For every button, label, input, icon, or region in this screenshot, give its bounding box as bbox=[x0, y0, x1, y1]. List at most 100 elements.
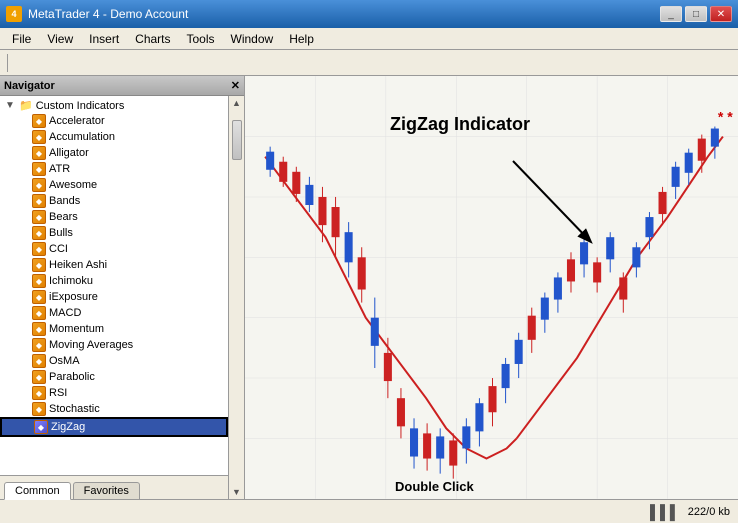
chart-svg: * * bbox=[245, 76, 738, 499]
tree-item-momentum[interactable]: ◆ Momentum bbox=[0, 321, 228, 337]
status-memory: 222/0 kb bbox=[688, 506, 730, 518]
maximize-button[interactable]: □ bbox=[685, 6, 707, 22]
indicator-icon-stochastic: ◆ bbox=[32, 402, 46, 416]
menu-help[interactable]: Help bbox=[281, 30, 322, 48]
tree-item-macd[interactable]: ◆ MACD bbox=[0, 305, 228, 321]
status-bar: ▌▌▌ 222/0 kb bbox=[0, 499, 738, 523]
tree-item-bands[interactable]: ◆ Bands bbox=[0, 193, 228, 209]
tree-root-custom-indicators[interactable]: ▼ 📁 Custom Indicators bbox=[0, 98, 228, 113]
navigator-scrollbar[interactable]: ▲ ▼ bbox=[228, 96, 244, 499]
menu-window[interactable]: Window bbox=[223, 30, 282, 48]
indicator-icon-parabolic: ◆ bbox=[32, 370, 46, 384]
minimize-button[interactable]: _ bbox=[660, 6, 682, 22]
main-area: Navigator ✕ ▼ 📁 Custom Indicators ◆ Acce… bbox=[0, 76, 738, 499]
indicator-icon-osma: ◆ bbox=[32, 354, 46, 368]
indicator-icon-zigzag: ◆ bbox=[34, 420, 48, 434]
tree-item-bulls[interactable]: ◆ Bulls bbox=[0, 225, 228, 241]
tree-item-accelerator[interactable]: ◆ Accelerator bbox=[0, 113, 228, 129]
indicator-icon-bears: ◆ bbox=[32, 210, 46, 224]
tree-item-heiken-ashi[interactable]: ◆ Heiken Ashi bbox=[0, 257, 228, 273]
indicator-icon-bulls: ◆ bbox=[32, 226, 46, 240]
title-bar: 4 MetaTrader 4 - Demo Account _ □ ✕ bbox=[0, 0, 738, 28]
window-controls: _ □ ✕ bbox=[660, 6, 732, 22]
navigator-title: Navigator bbox=[4, 80, 55, 92]
item-label-accumulation: Accumulation bbox=[49, 131, 115, 143]
scroll-thumb[interactable] bbox=[232, 120, 242, 160]
toolbar-separator-1 bbox=[7, 54, 8, 72]
indicator-icon-iexposure: ◆ bbox=[32, 290, 46, 304]
scroll-down-arrow[interactable]: ▼ bbox=[230, 485, 243, 499]
item-label-bears: Bears bbox=[49, 211, 78, 223]
folder-icon: 📁 bbox=[19, 99, 33, 112]
indicator-icon-moving-averages: ◆ bbox=[32, 338, 46, 352]
indicator-icon-ichimoku: ◆ bbox=[32, 274, 46, 288]
chart-area[interactable]: * * ZigZag Indicator Double Click bbox=[245, 76, 738, 499]
tree-item-ichimoku[interactable]: ◆ Ichimoku bbox=[0, 273, 228, 289]
indicator-icon-awesome: ◆ bbox=[32, 178, 46, 192]
tree-item-parabolic[interactable]: ◆ Parabolic bbox=[0, 369, 228, 385]
status-bars-icon: ▌▌▌ bbox=[650, 504, 680, 520]
tree-item-atr[interactable]: ◆ ATR bbox=[0, 161, 228, 177]
indicator-icon-cci: ◆ bbox=[32, 242, 46, 256]
double-click-label: Double Click bbox=[395, 479, 474, 494]
tree-item-rsi[interactable]: ◆ RSI bbox=[0, 385, 228, 401]
indicator-icon-rsi: ◆ bbox=[32, 386, 46, 400]
indicator-icon-accumulation: ◆ bbox=[32, 130, 46, 144]
item-label-stochastic: Stochastic bbox=[49, 403, 100, 415]
tree-item-alligator[interactable]: ◆ Alligator bbox=[0, 145, 228, 161]
navigator-panel: Navigator ✕ ▼ 📁 Custom Indicators ◆ Acce… bbox=[0, 76, 245, 499]
app-icon: 4 bbox=[6, 6, 22, 22]
item-label-accelerator: Accelerator bbox=[49, 115, 105, 127]
close-button[interactable]: ✕ bbox=[710, 6, 732, 22]
navigator-close-button[interactable]: ✕ bbox=[231, 79, 240, 92]
tree-item-moving-averages[interactable]: ◆ Moving Averages bbox=[0, 337, 228, 353]
item-label-rsi: RSI bbox=[49, 387, 67, 399]
tree-item-osma[interactable]: ◆ OsMA bbox=[0, 353, 228, 369]
status-right: ▌▌▌ 222/0 kb bbox=[650, 504, 730, 520]
tab-favorites[interactable]: Favorites bbox=[73, 482, 140, 499]
indicator-icon-momentum: ◆ bbox=[32, 322, 46, 336]
tree-item-zigzag[interactable]: ◆ ZigZag bbox=[0, 417, 228, 437]
indicator-icon-macd: ◆ bbox=[32, 306, 46, 320]
menu-bar: File View Insert Charts Tools Window Hel… bbox=[0, 28, 738, 50]
indicator-icon-atr: ◆ bbox=[32, 162, 46, 176]
window-title: MetaTrader 4 - Demo Account bbox=[28, 7, 188, 21]
item-label-heiken-ashi: Heiken Ashi bbox=[49, 259, 107, 271]
item-label-osma: OsMA bbox=[49, 355, 80, 367]
tree-item-bears[interactable]: ◆ Bears bbox=[0, 209, 228, 225]
item-label-atr: ATR bbox=[49, 163, 70, 175]
indicator-icon-accelerator: ◆ bbox=[32, 114, 46, 128]
menu-view[interactable]: View bbox=[39, 30, 81, 48]
tree-item-stochastic[interactable]: ◆ Stochastic bbox=[0, 401, 228, 417]
item-label-iexposure: iExposure bbox=[49, 291, 98, 303]
menu-tools[interactable]: Tools bbox=[179, 30, 223, 48]
item-label-parabolic: Parabolic bbox=[49, 371, 95, 383]
tree-item-iexposure[interactable]: ◆ iExposure bbox=[0, 289, 228, 305]
tree-item-cci[interactable]: ◆ CCI bbox=[0, 241, 228, 257]
item-label-awesome: Awesome bbox=[49, 179, 97, 191]
item-label-zigzag: ZigZag bbox=[51, 421, 85, 433]
menu-insert[interactable]: Insert bbox=[81, 30, 127, 48]
menu-charts[interactable]: Charts bbox=[127, 30, 178, 48]
item-label-alligator: Alligator bbox=[49, 147, 89, 159]
item-label-bulls: Bulls bbox=[49, 227, 73, 239]
item-label-cci: CCI bbox=[49, 243, 68, 255]
item-label-ichimoku: Ichimoku bbox=[49, 275, 93, 287]
tab-common[interactable]: Common bbox=[4, 482, 71, 500]
item-label-bands: Bands bbox=[49, 195, 80, 207]
indicator-icon-alligator: ◆ bbox=[32, 146, 46, 160]
tree-item-awesome[interactable]: ◆ Awesome bbox=[0, 177, 228, 193]
custom-indicators-label: Custom Indicators bbox=[36, 100, 125, 112]
navigator-tabs: Common Favorites bbox=[0, 475, 244, 499]
indicator-icon-heiken-ashi: ◆ bbox=[32, 258, 46, 272]
menu-file[interactable]: File bbox=[4, 30, 39, 48]
svg-text:* *: * * bbox=[718, 108, 733, 124]
indicator-icon-bands: ◆ bbox=[32, 194, 46, 208]
scroll-up-arrow[interactable]: ▲ bbox=[230, 96, 243, 110]
item-label-moving-averages: Moving Averages bbox=[49, 339, 133, 351]
tree-item-accumulation[interactable]: ◆ Accumulation bbox=[0, 129, 228, 145]
expand-icon: ▼ bbox=[4, 100, 16, 111]
item-label-macd: MACD bbox=[49, 307, 81, 319]
navigator-header: Navigator ✕ bbox=[0, 76, 244, 96]
toolbar bbox=[0, 50, 738, 76]
